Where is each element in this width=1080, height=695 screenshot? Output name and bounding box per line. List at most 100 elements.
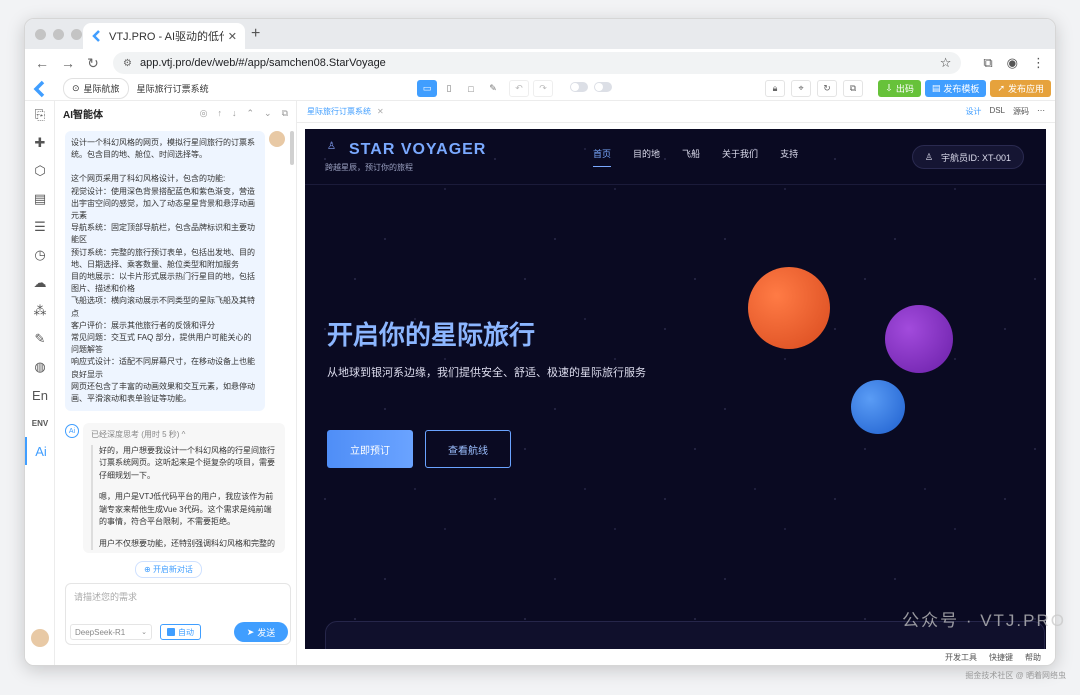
site-settings-icon[interactable]: ⚙	[123, 58, 132, 69]
vtj-logo-icon[interactable]	[31, 80, 49, 98]
menu-ships[interactable]: 飞船	[682, 147, 700, 167]
book-now-button[interactable]: 立即预订	[327, 430, 413, 468]
deps-icon[interactable]: ⁂	[25, 297, 55, 325]
api-icon[interactable]: ☁	[25, 269, 55, 297]
model-select[interactable]: DeepSeek-R1 ⌄	[70, 624, 152, 640]
chevron-down-icon[interactable]: ⌄	[264, 108, 272, 119]
lock-icon[interactable]: 🔒︎	[765, 80, 785, 97]
menu-home[interactable]: 首页	[593, 147, 612, 167]
history-icon[interactable]: ◷	[25, 241, 55, 269]
brand-name: STAR VOYAGER	[325, 141, 486, 159]
chevron-up-icon[interactable]: ⌃	[246, 108, 254, 119]
undo-icon[interactable]: ↶	[509, 80, 529, 97]
browser-menu-icon[interactable]: ⋮	[1032, 55, 1045, 71]
brand-slogan: 跨越星辰，预订你的旅程	[325, 162, 413, 172]
browser-tab[interactable]: VTJ.PRO - AI驱动的低代码开发 ✕	[83, 23, 245, 49]
canvas-tab[interactable]: 星际旅行订票系统 ✕	[307, 106, 384, 117]
pen-icon[interactable]: ✎	[483, 80, 503, 97]
auto-label: 自动	[178, 627, 194, 637]
close-tab-icon[interactable]: ✕	[228, 30, 237, 43]
url-field[interactable]: ⚙ app.vtj.pro/dev/web/#/app/samchen08.St…	[113, 52, 962, 74]
tree-icon[interactable]: ☰	[25, 213, 55, 241]
view-modes: 设计 DSL 源码 ⋯	[965, 106, 1045, 117]
device-switcher: ▭ ▯ □ ✎	[417, 80, 503, 97]
user-avatar[interactable]	[31, 629, 49, 647]
mode-dsl[interactable]: DSL	[989, 106, 1005, 117]
workspace: ⎘ ✚ ⬡ ▤ ☰ ◷ ☁ ⁂ ✎ ◍ En ENV Ai AI智能体 ◎ ↑ …	[25, 101, 1055, 665]
browser-window: VTJ.PRO - AI驱动的低代码开发 ✕ + ← → ↻ ⚙ app.vtj…	[24, 18, 1056, 666]
think-toggle[interactable]: 已经深度思考 (用时 5 秒) ^	[91, 429, 277, 442]
site-brand[interactable]: STAR VOYAGER 跨越星辰，预订你的旅程	[325, 141, 486, 173]
layout-icon[interactable]: ▤	[25, 185, 55, 213]
bookmark-star-icon[interactable]: ☆	[940, 55, 952, 71]
prompt-input[interactable]: 请描述您的需求 DeepSeek-R1 ⌄ 自动 ➤ 发送	[65, 583, 291, 645]
focus-icon[interactable]: ⌖	[791, 80, 811, 97]
settings-icon[interactable]: ◎	[200, 108, 208, 119]
page-crumb[interactable]: 星际旅行订票系统	[137, 82, 209, 95]
desktop-icon[interactable]: ▭	[417, 80, 437, 97]
app-crumb[interactable]: ⊙ 星际航旅	[63, 78, 129, 99]
toggle-1[interactable]	[570, 82, 588, 92]
minimize-window-button[interactable]	[53, 29, 64, 40]
user-msg-line: 网页还包含了丰富的动画效果和交互元素，如悬停动画、平滑滚动和表单验证等功能。	[71, 381, 255, 404]
mobile-icon[interactable]: ▯	[439, 80, 459, 97]
shortcuts-link[interactable]: 快捷键	[989, 652, 1013, 663]
blocks-icon[interactable]: ⬡	[25, 157, 55, 185]
auto-checkbox[interactable]: 自动	[160, 624, 201, 640]
mode-source[interactable]: 源码	[1013, 106, 1029, 117]
i18n-icon[interactable]: En	[25, 381, 55, 409]
pages-icon[interactable]: ⎘	[25, 101, 55, 129]
toggle-group	[570, 82, 612, 92]
globe-icon[interactable]: ◍	[25, 353, 55, 381]
prompt-placeholder: 请描述您的需求	[74, 592, 138, 602]
redo-icon[interactable]: ↷	[533, 80, 553, 97]
user-msg-line: 飞船选项：横向滚动展示不同类型的星际飞船及其特点	[71, 296, 255, 318]
publish-app-button[interactable]: ➚ 发布应用	[990, 80, 1051, 97]
send-label: 发送	[257, 627, 276, 638]
export-button[interactable]: ⇩ 出码	[878, 80, 921, 97]
new-tab-icon[interactable]: +	[251, 25, 260, 43]
more-icon[interactable]: ⋯	[1037, 106, 1045, 117]
expand-icon[interactable]: ⧉	[282, 108, 288, 119]
view-routes-button[interactable]: 查看航线	[425, 430, 511, 468]
publish-template-label: 发布模板	[943, 84, 980, 94]
user-msg-line: 视觉设计：使用深色背景搭配蓝色和紫色渐变，营造出宇宙空间的感觉，加入了动态星星背…	[71, 186, 255, 221]
menu-about[interactable]: 关于我们	[722, 147, 758, 167]
app-icon: ⊙	[72, 83, 80, 93]
tool-icons: 🔒︎ ⌖ ↻ ⧉	[765, 80, 863, 97]
profile-icon[interactable]: ◉	[1007, 55, 1018, 71]
ai-icon[interactable]: Ai	[25, 437, 55, 465]
back-icon[interactable]: ←	[35, 55, 49, 71]
preview-icon[interactable]: ⧉	[843, 80, 863, 97]
purple-planet	[885, 305, 953, 373]
reload-icon[interactable]: ↻	[87, 55, 99, 72]
crew-id-badge[interactable]: ♙ 宇航员ID: XT-001	[911, 145, 1024, 169]
send-button[interactable]: ➤ 发送	[234, 622, 288, 642]
docs-icon[interactable]: ✎	[25, 325, 55, 353]
env-icon[interactable]: ENV	[25, 409, 55, 437]
user-msg-line: 响应式设计：适配不同屏幕尺寸，在移动设备上也能良好显示	[71, 357, 255, 379]
new-chat-button[interactable]: ⊕ 开启新对话	[135, 561, 202, 578]
devtools-link[interactable]: 开发工具	[945, 652, 977, 663]
publish-template-button[interactable]: ▤ 发布模板	[924, 80, 987, 97]
arrow-down-icon[interactable]: ↓	[232, 108, 237, 119]
menu-support[interactable]: 支持	[780, 147, 798, 167]
ai-panel-title: AI智能体	[63, 109, 103, 121]
refresh-icon[interactable]: ↻	[817, 80, 837, 97]
close-canvas-tab-icon[interactable]: ✕	[377, 107, 384, 116]
close-window-button[interactable]	[35, 29, 46, 40]
mode-design[interactable]: 设计	[965, 106, 981, 117]
extensions-icon[interactable]: ⧉	[983, 55, 992, 71]
app-toolbar: ⊙ 星际航旅 星际旅行订票系统 ▭ ▯ □ ✎ ↶ ↷ 🔒︎ ⌖ ↻ ⧉ ⇩ 出码…	[25, 77, 1055, 101]
menu-destinations[interactable]: 目的地	[633, 147, 660, 167]
chat-scrollbar[interactable]	[290, 131, 294, 165]
components-icon[interactable]: ✚	[25, 129, 55, 157]
toggle-2[interactable]	[594, 82, 612, 92]
maximize-window-button[interactable]	[71, 29, 82, 40]
ai-msg-line: 用户不仅想要功能，还特别强调科幻风格和完整的	[99, 538, 275, 548]
help-link[interactable]: 帮助	[1025, 652, 1041, 663]
tablet-icon[interactable]: □	[461, 80, 481, 97]
model-value: DeepSeek-R1	[75, 627, 126, 637]
arrow-up-icon[interactable]: ↑	[217, 108, 222, 119]
forward-icon[interactable]: →	[61, 55, 75, 71]
